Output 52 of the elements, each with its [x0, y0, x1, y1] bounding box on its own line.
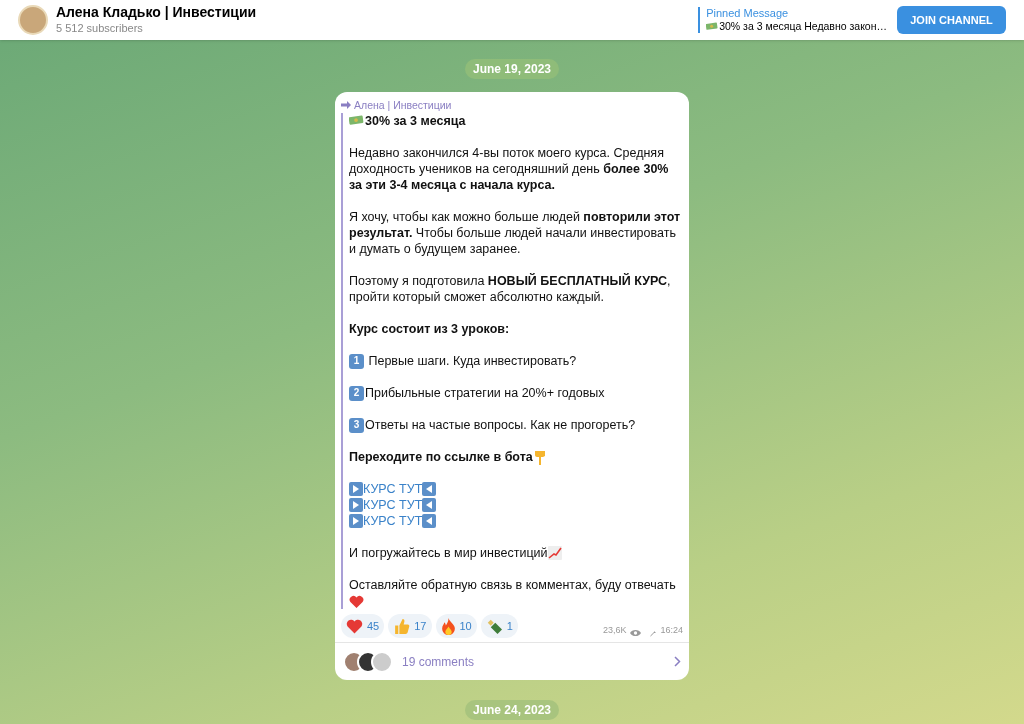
fire-icon: [440, 617, 456, 635]
play-icon: [349, 482, 363, 496]
comments-count: 19 comments: [402, 653, 475, 670]
date-pill: June 24, 2023: [464, 700, 560, 720]
course-link[interactable]: КУРС ТУТ: [363, 481, 423, 497]
bottle-icon: [485, 617, 503, 635]
play-icon: [349, 514, 363, 528]
post-heading: Переходите по ссылке в бота: [349, 449, 533, 465]
keycap-number: 3: [349, 417, 364, 433]
reaction-chip[interactable]: 10: [435, 614, 477, 638]
thumbs-up-icon: [393, 617, 411, 635]
lesson-item: Прибыльные стратегии на 20%+ годовых: [365, 385, 605, 401]
post-title: 30% за 3 месяца: [349, 113, 683, 129]
heart-icon: [346, 618, 363, 634]
post-paragraph: Недавно закончился 4-вы поток моего курса. Средняя доходность учеников на сегодняшний день более 30% за эти 3-4 месяца с начала курса.: [349, 145, 670, 193]
eye-icon: [630, 629, 642, 637]
lesson-item: Первые шаги. Куда инвестировать?: [367, 353, 577, 369]
reverse-icon: [422, 498, 437, 512]
lesson-item: Ответы на частые вопросы. Как не прогореть?: [365, 417, 636, 433]
forward-icon: [341, 101, 351, 109]
reverse-icon: [422, 514, 437, 528]
date-pill: June 19, 2023: [464, 59, 560, 79]
comments-bar[interactable]: 19 comments: [335, 642, 689, 680]
pinned-label: Pinned Message: [706, 6, 790, 21]
pinned-text: 30% за 3 месяца Недавно закон…: [719, 20, 887, 34]
course-link[interactable]: КУРС ТУТ: [363, 513, 423, 529]
view-count: 23,6K: [602, 624, 627, 637]
reaction-chip[interactable]: 1: [480, 614, 518, 638]
play-icon: [349, 498, 363, 512]
post-paragraph: Я хочу, чтобы как можно больше людей повторили этот результат. Чтобы больше людей начали инвестировать и думать о будущем заранее.: [349, 209, 682, 257]
join-channel-button[interactable]: JOIN CHANNEL: [897, 6, 1006, 34]
post-paragraph: И погружайтесь в мир инвестиций: [349, 545, 548, 561]
keycap-number: 2: [349, 385, 364, 401]
heart-icon: [349, 594, 364, 609]
post-heading: Курс состоит из 3 уроков:: [349, 321, 511, 337]
post-paragraph: Оставляйте обратную связь в комментах, буду отвечать: [349, 577, 677, 593]
reaction-chip[interactable]: 17: [388, 614, 432, 638]
chart-increasing-icon: [547, 546, 562, 560]
reverse-icon: [422, 482, 437, 496]
chevron-right-icon: [674, 656, 681, 667]
subscriber-count: 5 512 subscribers: [56, 21, 144, 36]
reaction-chip[interactable]: 45: [341, 614, 385, 638]
post-paragraph: Поэтому я подготовила НОВЫЙ БЕСПЛАТНЫЙ КУРС, пройти который сможет абсолютно каждый.: [349, 273, 672, 305]
money-icon: [706, 22, 719, 32]
money-icon: [349, 115, 364, 126]
forwarded-from: Алена | Инвестиции: [354, 98, 452, 113]
channel-name: Алена Кладько | Инвестиции: [56, 4, 257, 22]
course-link[interactable]: КУРС ТУТ: [363, 497, 423, 513]
keycap-number: 1: [349, 353, 364, 369]
post-time: 16:24: [660, 624, 683, 637]
pinned-message[interactable]: Pinned Message 30% за 3 месяца Недавно закон…: [698, 6, 887, 34]
avatar: [18, 5, 48, 35]
